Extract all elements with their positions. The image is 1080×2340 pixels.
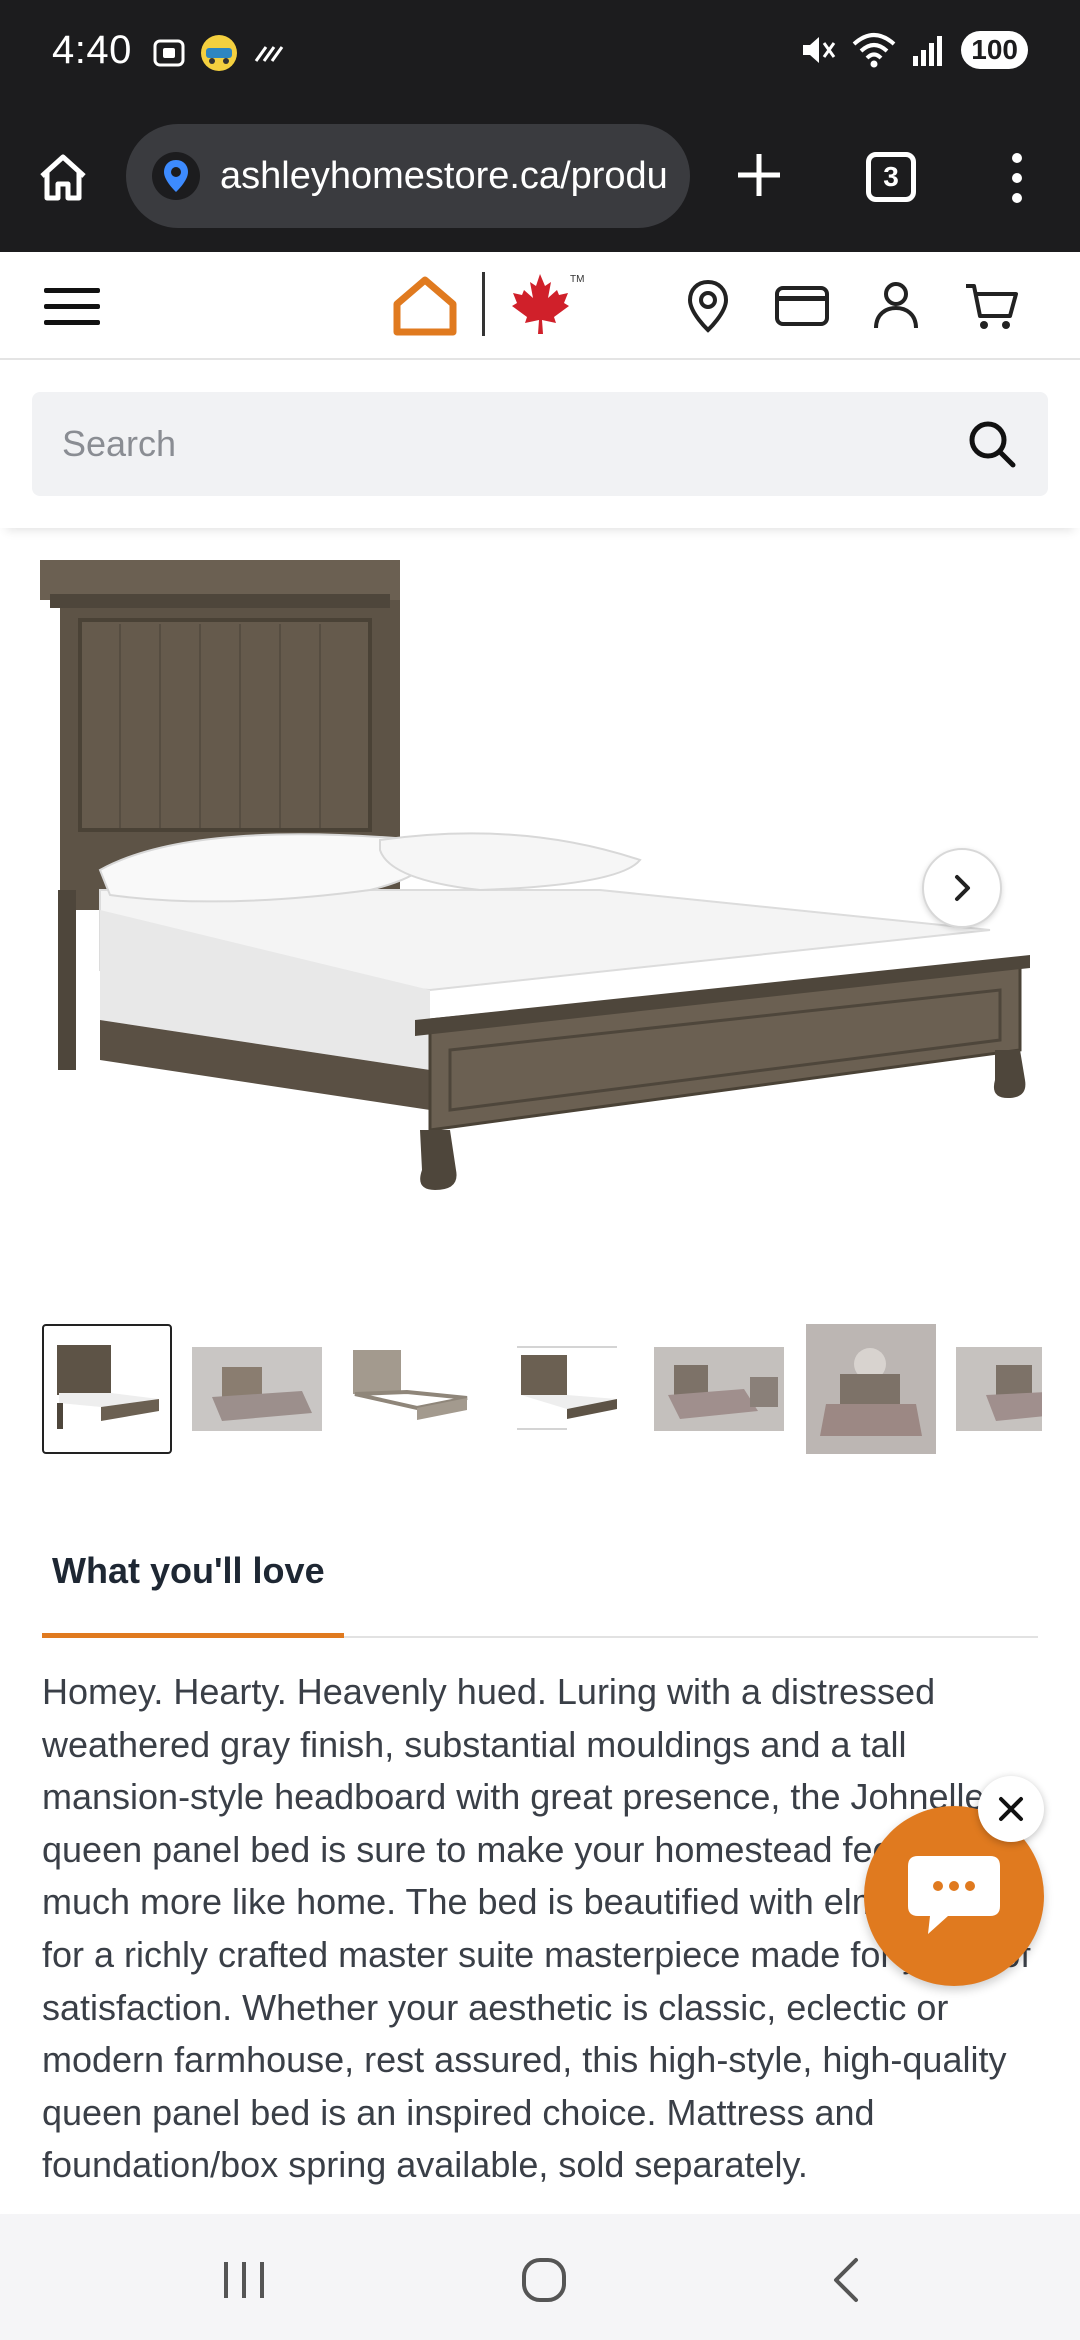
url-text[interactable]: ashleyhomestore.ca/produ	[220, 155, 668, 198]
wifi-icon	[852, 33, 896, 68]
recents-icon[interactable]	[214, 2250, 274, 2310]
tab-what-youll-love[interactable]: What you'll love	[52, 1550, 325, 1592]
chat-bubble-icon	[908, 1856, 1000, 1934]
sync-icon	[254, 46, 284, 62]
thumbnail-4[interactable]	[502, 1324, 632, 1454]
svg-text:TM: TM	[570, 274, 584, 285]
site-header: TM	[0, 252, 1080, 360]
close-icon	[999, 1797, 1023, 1821]
thumbnail-7[interactable]	[956, 1324, 1042, 1454]
thumbnail-6[interactable]	[806, 1324, 936, 1454]
back-icon[interactable]	[818, 2250, 878, 2310]
plus-icon[interactable]	[730, 146, 788, 204]
status-bar: 4:40 100	[0, 0, 1080, 112]
search-section	[0, 362, 1080, 528]
tabs-icon[interactable]: 3	[866, 152, 916, 202]
screenshot-icon	[153, 39, 185, 67]
maple-leaf-logo: TM	[512, 274, 584, 334]
app-notification-icon	[201, 35, 237, 71]
thumbnail-1[interactable]	[42, 1324, 172, 1454]
store-location-icon[interactable]	[680, 278, 736, 334]
search-input[interactable]	[62, 392, 962, 496]
address-bar[interactable]: ashleyhomestore.ca/produ	[126, 124, 690, 228]
thumbnail-2[interactable]	[192, 1324, 322, 1454]
credit-card-icon[interactable]	[774, 278, 830, 334]
mute-icon	[803, 37, 836, 63]
image-next-button[interactable]	[922, 848, 1002, 928]
chat-close-button[interactable]	[978, 1776, 1044, 1842]
thumbnail-strip	[42, 1324, 1042, 1456]
status-system-icons: 100	[797, 30, 1028, 70]
battery-icon: 100	[961, 31, 1028, 69]
search-icon[interactable]	[966, 418, 1018, 470]
hamburger-menu-icon[interactable]	[44, 284, 100, 328]
more-vert-icon[interactable]	[1000, 148, 1034, 208]
logo-divider	[482, 272, 485, 336]
location-pin-icon[interactable]	[152, 152, 200, 200]
thumbnail-5[interactable]	[654, 1324, 784, 1454]
active-tab-indicator	[42, 1633, 344, 1638]
product-main-image[interactable]	[40, 550, 1030, 1250]
account-icon[interactable]	[868, 278, 924, 334]
ashley-home-logo[interactable]	[392, 274, 458, 338]
search-box	[32, 392, 1048, 496]
system-nav-bar	[0, 2214, 1080, 2340]
cart-icon[interactable]	[964, 278, 1020, 334]
browser-toolbar: ashleyhomestore.ca/produ 3	[0, 112, 1080, 252]
product-tabs: What you'll love	[42, 1510, 1038, 1638]
thumbnail-3[interactable]	[346, 1324, 476, 1454]
status-notification-icons	[152, 34, 286, 72]
home-circle-icon[interactable]	[514, 2250, 574, 2310]
status-time: 4:40	[52, 28, 132, 72]
home-icon[interactable]	[36, 150, 90, 204]
signal-icon	[913, 36, 943, 66]
chevron-right-icon	[955, 875, 970, 901]
